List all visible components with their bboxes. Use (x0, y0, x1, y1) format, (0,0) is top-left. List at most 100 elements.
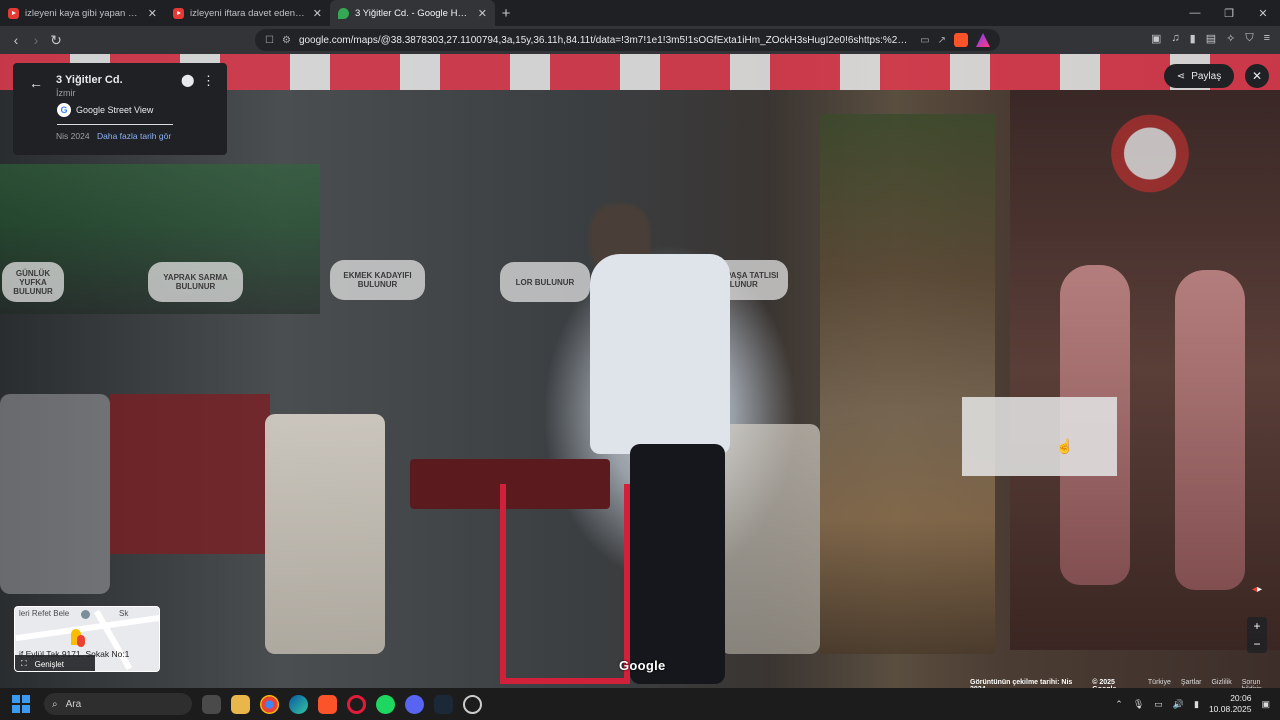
place-city: İzmir (56, 88, 76, 98)
chrome-icon[interactable] (260, 694, 279, 714)
menu-icon[interactable]: ≡ (1264, 32, 1270, 45)
screenshot-icon[interactable]: ▣ (1151, 32, 1161, 45)
music-icon[interactable]: ♫ (1171, 32, 1179, 45)
reload-icon[interactable]: ↻ (46, 32, 66, 49)
street-view-source: G Google Street View (57, 103, 153, 117)
window-sign: LOR BULUNUR (500, 262, 590, 302)
window-sign: EKMEK KADAYIFI BULUNUR (330, 260, 425, 300)
tab-google-maps[interactable]: 3 Yiğitler Cd. - Google Haritalar ✕ (330, 0, 495, 26)
zoom-in-button[interactable]: + (1253, 619, 1260, 633)
share-label: Paylaş (1191, 70, 1222, 82)
tab-title: izleyeni kaya gibi yapan kick komik a (25, 7, 142, 19)
network-icon[interactable]: ▭ (1154, 699, 1163, 710)
expand-label: Genişlet (34, 659, 64, 669)
site-settings-icon[interactable]: ⚙ (282, 35, 291, 46)
brave-rewards-icon[interactable] (976, 33, 990, 47)
tab-youtube-1[interactable]: izleyeni kaya gibi yapan kick komik a ✕ (0, 0, 165, 26)
taskbar-apps (202, 694, 482, 714)
close-street-view-button[interactable]: ✕ (1245, 64, 1269, 88)
share-icon: ⋖ (1176, 70, 1186, 82)
minimap[interactable]: leri Refet Bele Sk if Eylül Tak 9171. So… (14, 606, 160, 672)
food-poster (820, 114, 995, 654)
map-label: leri Refet Bele (19, 609, 70, 618)
spotify-icon[interactable] (376, 694, 395, 714)
close-tab-icon[interactable]: ✕ (148, 7, 157, 20)
meat-carcass (1175, 270, 1245, 590)
poi-icon (81, 610, 90, 619)
file-explorer-icon[interactable] (231, 694, 250, 714)
forward-icon[interactable]: › (26, 32, 46, 48)
restore-icon[interactable]: ❐ (1212, 7, 1246, 20)
more-dates-link[interactable]: Daha fazla tarih gör (97, 131, 171, 141)
back-icon[interactable]: ‹ (6, 32, 26, 48)
brave-shields-icon[interactable] (954, 33, 968, 47)
expand-map-button[interactable]: ⛶ Genişlet (15, 655, 95, 671)
bookmark-icon[interactable]: ☐ (265, 35, 274, 46)
brave-icon[interactable] (318, 694, 337, 714)
app-icon[interactable] (463, 694, 482, 714)
source-label: Google Street View (76, 105, 154, 115)
task-view-icon[interactable] (202, 694, 221, 714)
windows-start-icon[interactable] (12, 695, 30, 713)
search-placeholder: Ara (65, 698, 82, 710)
windows-taskbar: ⌕ Ara ⌃ 🎙 ▭ 🔊 ▮ 20:06 10.08.2025 ▣ (0, 688, 1280, 720)
new-tab-button[interactable]: + (495, 5, 517, 22)
toolbar-right-icons: ▣ ♫ ▮ ▤ ✧ ⛉ ≡ (1151, 32, 1270, 45)
sidebar-icon[interactable]: ▮ (1190, 32, 1196, 45)
hover-highlight[interactable] (962, 397, 1117, 476)
red-crate (110, 394, 270, 554)
display-fridge (0, 394, 110, 594)
taskbar-search[interactable]: ⌕ Ara (44, 693, 192, 715)
capture-date: Nis 2024 (56, 131, 90, 141)
tab-youtube-2[interactable]: izleyeni iftara davet eden kick komik ✕ (165, 0, 330, 26)
discord-icon[interactable] (405, 694, 424, 714)
minimize-icon[interactable]: — (1178, 7, 1212, 20)
battery-icon[interactable]: ▮ (1194, 699, 1199, 710)
close-tab-icon[interactable]: ✕ (313, 7, 322, 20)
steam-icon[interactable] (434, 694, 453, 714)
leo-ai-icon[interactable]: ✧ (1226, 32, 1235, 45)
cast-icon[interactable]: ▭ (920, 35, 929, 46)
window-sign: GÜNLÜK YUFKA BULUNUR (2, 262, 64, 302)
volume-icon[interactable]: 🔊 (1173, 699, 1184, 710)
divider (57, 124, 173, 125)
window-sign: YAPRAK SARMA BULUNUR (148, 262, 243, 302)
compass-icon[interactable]: ◂▸ (1243, 584, 1271, 602)
youtube-icon (173, 7, 184, 19)
clock[interactable]: 20:06 10.08.2025 (1209, 693, 1252, 715)
vpn-icon[interactable]: ⛉ (1245, 32, 1253, 45)
chevron-up-icon[interactable]: ⌃ (1115, 699, 1123, 710)
wallet-icon[interactable]: ▤ (1206, 32, 1216, 45)
tab-title: 3 Yiğitler Cd. - Google Haritalar (355, 7, 472, 19)
hand-cursor-icon: ☝ (1056, 438, 1074, 454)
person (585, 204, 745, 684)
close-tab-icon[interactable]: ✕ (478, 7, 487, 20)
chair (265, 414, 385, 654)
browser-tab-strip: izleyeni kaya gibi yapan kick komik a ✕ … (0, 0, 1280, 26)
zoom-out-button[interactable]: − (1253, 637, 1260, 651)
close-window-icon[interactable]: ✕ (1246, 7, 1280, 20)
opera-icon[interactable] (347, 694, 366, 714)
system-tray: ⌃ 🎙 ▭ 🔊 ▮ 20:06 10.08.2025 ▣ (1115, 693, 1280, 715)
map-road (15, 614, 159, 642)
address-bar[interactable]: ☐ ⚙ google.com/maps/@38.3878303,27.11007… (255, 29, 1000, 51)
butcher-poster (1010, 90, 1280, 650)
search-icon: ⌕ (52, 698, 58, 710)
google-logo-icon: G (57, 103, 71, 117)
more-options-icon[interactable]: ⋮ (202, 73, 215, 89)
street-view-info-card: ← 3 Yiğitler Cd. İzmir ⬤ ⋮ G Google Stre… (13, 63, 227, 155)
share-button[interactable]: ⋖ Paylaş (1164, 64, 1234, 88)
browser-toolbar: ‹ › ↻ ☐ ⚙ google.com/maps/@38.3878303,27… (0, 26, 1280, 54)
zoom-controls: + − (1247, 617, 1267, 653)
share-page-icon[interactable]: ↗ (938, 35, 946, 46)
location-pin-icon[interactable]: ⬤ (181, 73, 194, 87)
url-text[interactable]: google.com/maps/@38.3878303,27.1100794,3… (299, 35, 912, 46)
expand-icon: ⛶ (21, 659, 27, 668)
notification-icon[interactable]: ▣ (1261, 699, 1270, 710)
back-arrow-icon[interactable]: ← (29, 75, 43, 91)
microphone-icon[interactable]: 🎙 (1133, 699, 1144, 710)
clock-time: 20:06 (1230, 693, 1252, 703)
place-title: 3 Yiğitler Cd. (56, 74, 123, 86)
edge-icon[interactable] (289, 694, 308, 714)
youtube-icon (8, 7, 19, 19)
